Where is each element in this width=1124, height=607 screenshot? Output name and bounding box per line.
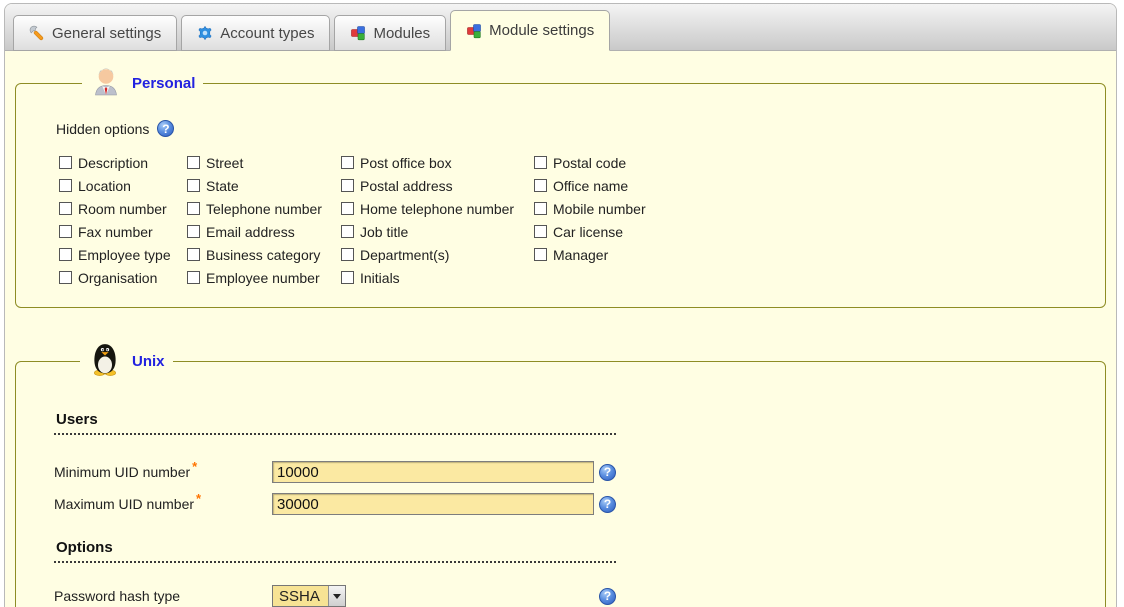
hidden-option-item: Organisation bbox=[59, 266, 187, 289]
settings-window: General settings Account types Modules bbox=[4, 3, 1117, 607]
hidden-option-checkbox[interactable] bbox=[341, 179, 354, 192]
personal-section: Personal Hidden options ? Description Lo… bbox=[15, 65, 1106, 308]
hidden-option-item: Fax number bbox=[59, 220, 187, 243]
hidden-option-checkbox[interactable] bbox=[341, 202, 354, 215]
hidden-option-checkbox[interactable] bbox=[187, 225, 200, 238]
max-uid-label: Maximum UID number* bbox=[54, 496, 272, 512]
unix-form: Users Minimum UID number* ? Maximum UID … bbox=[54, 411, 616, 607]
tab-modules[interactable]: Modules bbox=[334, 15, 446, 51]
hidden-option-checkbox[interactable] bbox=[341, 225, 354, 238]
hidden-option-item: Mobile number bbox=[534, 197, 1105, 220]
password-hash-label: Password hash type bbox=[54, 588, 272, 604]
hidden-option-checkbox[interactable] bbox=[59, 248, 72, 261]
help-icon[interactable]: ? bbox=[157, 120, 174, 137]
gear-icon bbox=[197, 25, 213, 41]
hidden-option-item: Manager bbox=[534, 243, 1105, 266]
unix-legend: Unix bbox=[80, 342, 173, 381]
hidden-option-checkbox[interactable] bbox=[59, 202, 72, 215]
max-uid-input[interactable] bbox=[272, 493, 594, 515]
hidden-option-item: Initials bbox=[341, 266, 534, 289]
hidden-option-item: Post office box bbox=[341, 151, 534, 174]
hidden-option-checkbox[interactable] bbox=[341, 271, 354, 284]
tab-label: Modules bbox=[373, 25, 430, 42]
hidden-option-item: Street bbox=[187, 151, 341, 174]
hidden-option-checkbox[interactable] bbox=[187, 202, 200, 215]
options-heading: Options bbox=[54, 539, 616, 563]
help-icon[interactable]: ? bbox=[599, 464, 616, 481]
hidden-option-item: Business category bbox=[187, 243, 341, 266]
hidden-option-item: Location bbox=[59, 174, 187, 197]
hidden-option-checkbox[interactable] bbox=[187, 271, 200, 284]
person-icon bbox=[90, 65, 122, 102]
modules-icon bbox=[466, 23, 482, 39]
hidden-option-item: Employee type bbox=[59, 243, 187, 266]
tab-account-types[interactable]: Account types bbox=[181, 15, 330, 51]
hidden-option-item: Telephone number bbox=[187, 197, 341, 220]
hidden-option-checkbox[interactable] bbox=[59, 179, 72, 192]
hidden-option-item: Room number bbox=[59, 197, 187, 220]
tux-penguin-icon bbox=[88, 342, 122, 381]
tab-bar: General settings Account types Modules bbox=[5, 4, 1116, 51]
chevron-down-icon bbox=[333, 594, 341, 599]
hidden-option-item: State bbox=[187, 174, 341, 197]
hidden-option-checkbox[interactable] bbox=[534, 156, 547, 169]
min-uid-row: Minimum UID number* ? bbox=[54, 461, 616, 483]
tab-label: General settings bbox=[52, 25, 161, 42]
hidden-option-checkbox[interactable] bbox=[59, 271, 72, 284]
hidden-option-checkbox[interactable] bbox=[534, 202, 547, 215]
hidden-option-item: Postal code bbox=[534, 151, 1105, 174]
hidden-option-item: Job title bbox=[341, 220, 534, 243]
password-hash-row: Password hash type SSHA ? bbox=[54, 585, 616, 607]
hidden-options-label: Hidden options bbox=[56, 121, 149, 137]
wrench-icon bbox=[29, 25, 45, 41]
personal-legend: Personal bbox=[82, 65, 203, 102]
min-uid-label: Minimum UID number* bbox=[54, 464, 272, 480]
hidden-option-item: Postal address bbox=[341, 174, 534, 197]
hidden-option-checkbox[interactable] bbox=[534, 225, 547, 238]
hidden-options-grid: Description Location Room number Fax num… bbox=[59, 151, 1105, 289]
hidden-option-checkbox[interactable] bbox=[534, 248, 547, 261]
unix-section: Unix Users Minimum UID number* ? Maximum… bbox=[15, 342, 1106, 607]
required-icon: * bbox=[192, 459, 197, 474]
max-uid-row: Maximum UID number* ? bbox=[54, 493, 616, 515]
tab-general-settings[interactable]: General settings bbox=[13, 15, 177, 51]
unix-title: Unix bbox=[132, 353, 165, 370]
hidden-option-checkbox[interactable] bbox=[341, 248, 354, 261]
hidden-option-item: Email address bbox=[187, 220, 341, 243]
hidden-option-item: Car license bbox=[534, 220, 1105, 243]
module-settings-panel: Personal Hidden options ? Description Lo… bbox=[5, 51, 1116, 607]
hidden-option-checkbox[interactable] bbox=[341, 156, 354, 169]
help-icon[interactable]: ? bbox=[599, 496, 616, 513]
hidden-option-item: Employee number bbox=[187, 266, 341, 289]
hidden-option-checkbox[interactable] bbox=[59, 156, 72, 169]
tab-label: Module settings bbox=[489, 22, 594, 39]
hidden-option-item: Office name bbox=[534, 174, 1105, 197]
help-icon[interactable]: ? bbox=[599, 588, 616, 605]
password-hash-select[interactable]: SSHA bbox=[272, 585, 346, 607]
min-uid-input[interactable] bbox=[272, 461, 594, 483]
hidden-option-item: Home telephone number bbox=[341, 197, 534, 220]
password-hash-value: SSHA bbox=[273, 586, 328, 606]
hidden-option-checkbox[interactable] bbox=[187, 248, 200, 261]
hidden-option-checkbox[interactable] bbox=[534, 179, 547, 192]
required-icon: * bbox=[196, 491, 201, 506]
tab-label: Account types bbox=[220, 25, 314, 42]
hidden-option-checkbox[interactable] bbox=[187, 156, 200, 169]
hidden-options-row: Hidden options ? bbox=[56, 120, 1105, 137]
modules-icon bbox=[350, 25, 366, 41]
hidden-option-item: Department(s) bbox=[341, 243, 534, 266]
users-heading: Users bbox=[54, 411, 616, 435]
tab-module-settings[interactable]: Module settings bbox=[450, 10, 610, 51]
personal-title: Personal bbox=[132, 75, 195, 92]
hidden-option-item: Description bbox=[59, 151, 187, 174]
dropdown-button[interactable] bbox=[328, 586, 345, 606]
hidden-option-checkbox[interactable] bbox=[187, 179, 200, 192]
hidden-option-checkbox[interactable] bbox=[59, 225, 72, 238]
